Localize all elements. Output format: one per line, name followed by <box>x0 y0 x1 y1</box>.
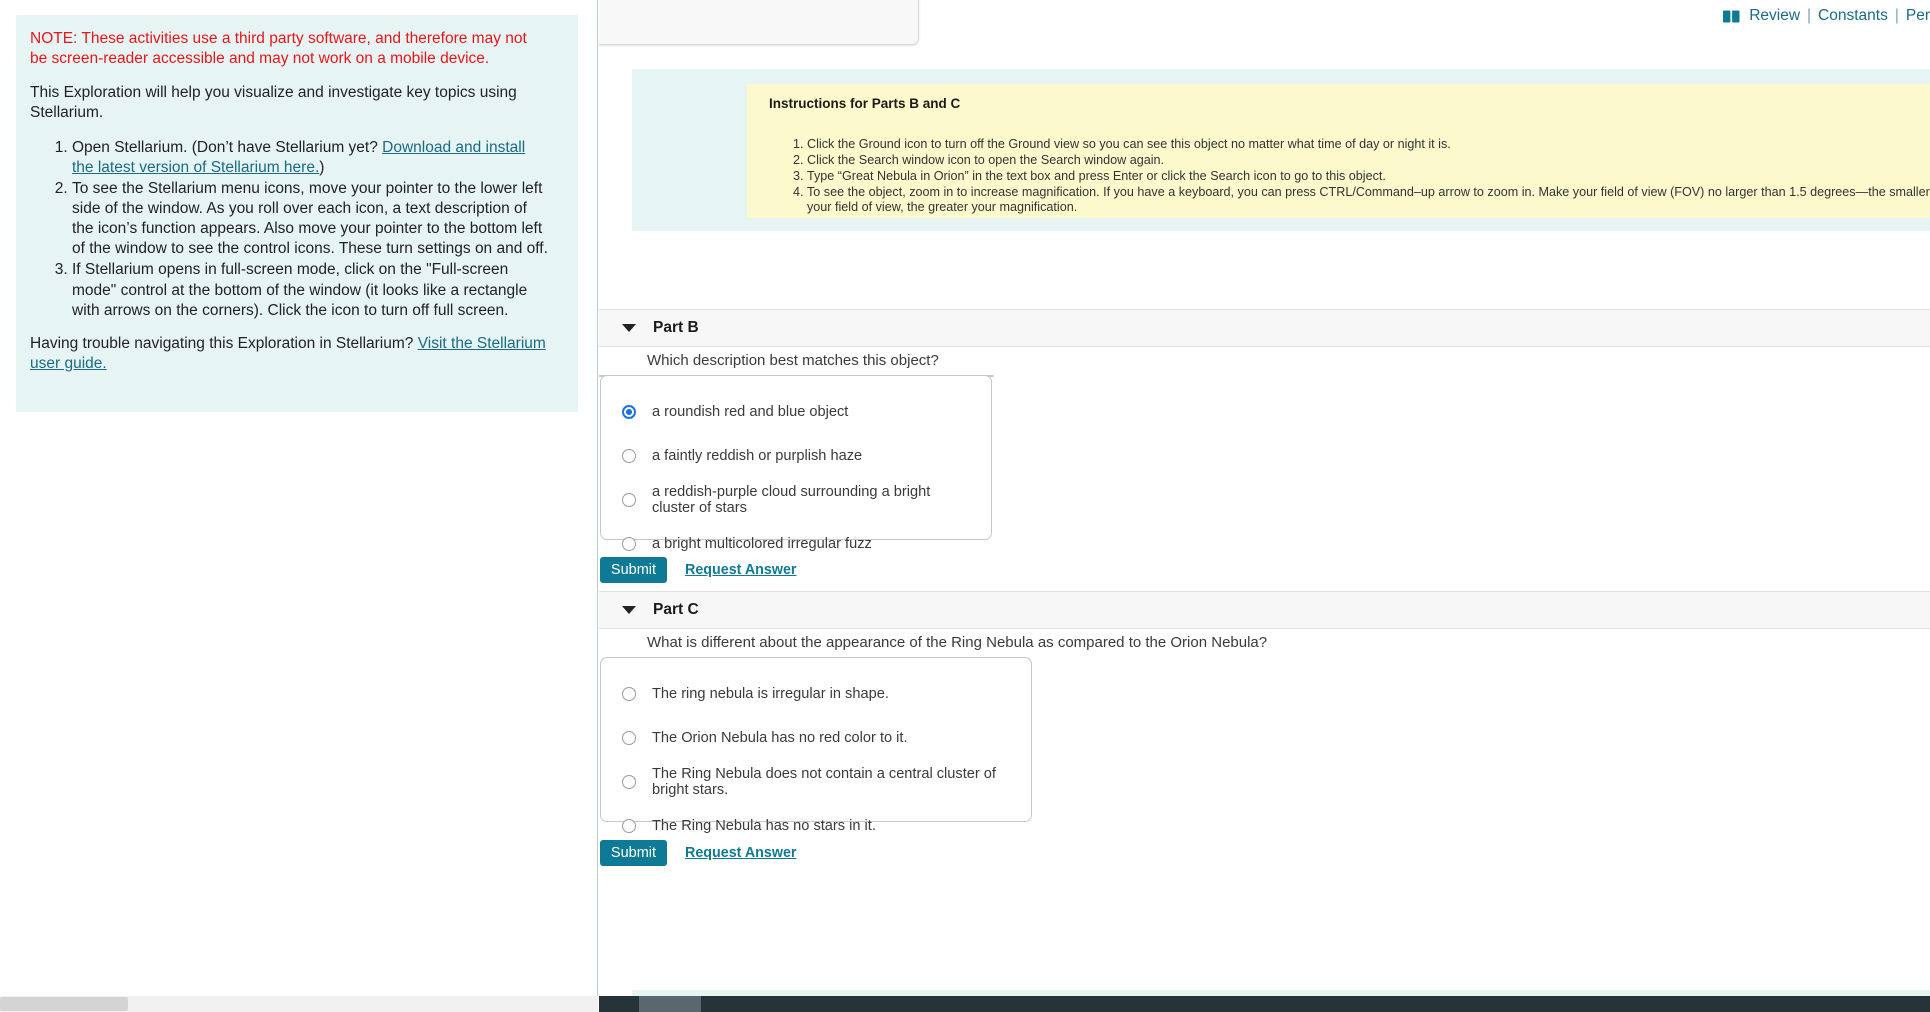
radio-button[interactable] <box>622 775 636 789</box>
part-b-option-2[interactable]: a faintly reddish or purplish haze <box>622 442 971 470</box>
instructions-band: Instructions for Parts B and C Click the… <box>632 69 1930 231</box>
part-c-label: Part C <box>653 601 699 618</box>
note-paragraph: NOTE: These activities use a third party… <box>30 29 548 69</box>
part-c-option-3[interactable]: The Ring Nebula does not contain a centr… <box>622 766 1011 798</box>
part-b-option-4[interactable]: a bright multicolored irregular fuzz <box>622 530 971 558</box>
option-label: a reddish-purple cloud surrounding a bri… <box>652 484 931 516</box>
option-label: a faintly reddish or purplish haze <box>652 448 863 464</box>
part-b-option-1[interactable]: a roundish red and blue object <box>622 398 971 426</box>
page-scrollbar-track[interactable] <box>599 996 1930 1012</box>
radio-button[interactable] <box>622 731 636 745</box>
part-c-option-4[interactable]: The Ring Nebula has no stars in it. <box>622 812 1011 840</box>
radio-button[interactable] <box>622 449 636 463</box>
steps-list: Open Stellarium. (Don’t have Stellarium … <box>30 138 548 321</box>
radio-button[interactable] <box>622 405 636 419</box>
chevron-down-icon[interactable] <box>622 324 636 332</box>
header-separator-2: | <box>1894 7 1899 24</box>
instructions-list: Click the Ground icon to turn off the Gr… <box>769 137 1930 214</box>
part-c-request-answer-link[interactable]: Request Answer <box>685 845 797 861</box>
instruction-item-3: Type “Great Nebula in Orion” in the text… <box>807 169 1930 184</box>
review-link[interactable]: Review <box>1749 7 1800 25</box>
part-b-request-answer-link[interactable]: Request Answer <box>685 562 797 578</box>
header-toolbar: Review | Constants | Per <box>1723 7 1930 25</box>
help-text: Having trouble navigating this Explorati… <box>30 334 418 352</box>
assignment-content-pane: Review | Constants | Per Instructions fo… <box>599 0 1930 996</box>
radio-button[interactable] <box>622 493 636 507</box>
part-c-option-2[interactable]: The Orion Nebula has no red color to it. <box>622 724 1011 752</box>
part-b-header[interactable]: Part B <box>599 309 1930 347</box>
left-pane-scrollbar-thumb[interactable] <box>0 997 128 1011</box>
instruction-item-2: Click the Search window icon to open the… <box>807 153 1930 168</box>
chevron-down-icon[interactable] <box>622 606 636 614</box>
page-scrollbar-thumb[interactable] <box>639 996 701 1012</box>
radio-button[interactable] <box>622 819 636 833</box>
header-separator-1: | <box>1807 7 1812 24</box>
option-label: a bright multicolored irregular fuzz <box>652 536 872 552</box>
part-c-option-1[interactable]: The ring nebula is irregular in shape. <box>622 680 1011 708</box>
step-item-3: If Stellarium opens in full-screen mode,… <box>72 260 548 320</box>
page-root: NOTE: These activities use a third party… <box>0 0 1930 1012</box>
part-b-question: Which description best matches this obje… <box>647 352 939 369</box>
constants-link[interactable]: Constants <box>1818 7 1888 25</box>
step-item-2: To see the Stellarium menu icons, move y… <box>72 179 548 260</box>
part-c-header[interactable]: Part C <box>599 591 1930 629</box>
step-1-suffix: ) <box>319 158 325 176</box>
previous-part-card-truncated <box>599 0 919 45</box>
part-b-submit-button[interactable]: Submit <box>600 557 667 583</box>
instructions-title: Instructions for Parts B and C <box>769 96 961 111</box>
note-text: NOTE: These activities use a third party… <box>30 30 527 68</box>
part-b-option-3[interactable]: a reddish-purple cloud surrounding a bri… <box>622 484 971 516</box>
option-label: The Orion Nebula has no red color to it. <box>652 730 908 746</box>
step-item-1: Open Stellarium. (Don’t have Stellarium … <box>72 138 548 178</box>
option-label: The Ring Nebula has no stars in it. <box>652 818 876 834</box>
part-b-options-box: a roundish red and blue object a faintly… <box>600 375 992 552</box>
part-c-question: What is different about the appearance o… <box>647 634 1268 651</box>
instruction-item-4: To see the object, zoom in to increase m… <box>807 185 1930 214</box>
instructions-card: Instructions for Parts B and C Click the… <box>747 84 1930 218</box>
step-1-text: Open Stellarium. (Don’t have Stellarium … <box>72 138 383 156</box>
horizontal-scrollbar-area <box>0 996 1930 1012</box>
left-pane-scrollbar-track[interactable] <box>0 996 598 1012</box>
part-c-submit-button[interactable]: Submit <box>600 840 667 866</box>
intro-paragraph: This Exploration will help you visualize… <box>30 84 517 122</box>
exploration-intro-box: NOTE: These activities use a third party… <box>16 15 578 413</box>
option-label: The ring nebula is irregular in shape. <box>652 686 889 702</box>
left-instructions-pane: NOTE: These activities use a third party… <box>0 0 598 996</box>
radio-button[interactable] <box>622 537 636 551</box>
instruction-item-1: Click the Ground icon to turn off the Gr… <box>807 137 1930 152</box>
radio-button[interactable] <box>622 687 636 701</box>
book-icon <box>1723 10 1740 23</box>
option-label: a roundish red and blue object <box>652 404 849 420</box>
part-b-label: Part B <box>653 319 699 336</box>
option-label: The Ring Nebula does not contain a centr… <box>652 766 996 798</box>
part-c-options-box: The ring nebula is irregular in shape. T… <box>600 657 1032 834</box>
periodic-table-link[interactable]: Per <box>1906 7 1930 25</box>
help-paragraph: Having trouble navigating this Explorati… <box>30 334 548 374</box>
